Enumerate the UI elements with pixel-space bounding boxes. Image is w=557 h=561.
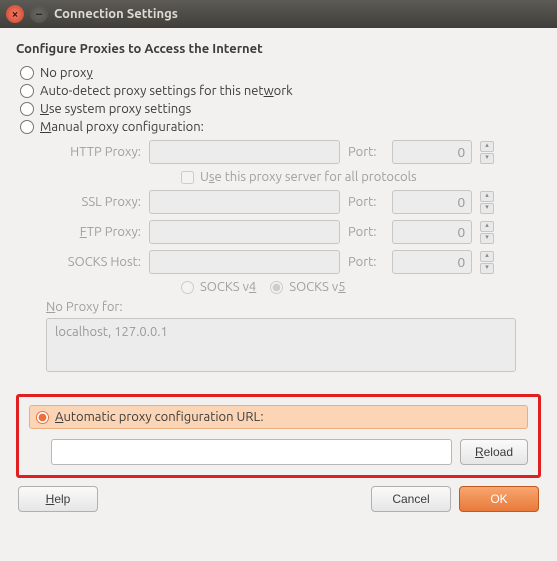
ssl-port-label: Port: [348, 195, 384, 209]
radio-system-proxy-input[interactable] [20, 102, 34, 116]
radio-no-proxy[interactable]: No proxy [20, 66, 541, 80]
radio-auto-config-url[interactable]: Automatic proxy configuration URL: [29, 405, 528, 429]
chevron-up-icon[interactable]: ▴ [480, 221, 494, 232]
chevron-up-icon[interactable]: ▴ [480, 191, 494, 202]
ok-button[interactable]: OK [459, 486, 539, 512]
chevron-up-icon[interactable]: ▴ [480, 141, 494, 152]
manual-proxy-grid: HTTP Proxy: Port: ▴▾ Use this proxy serv… [46, 140, 541, 294]
minimize-icon[interactable]: – [30, 5, 48, 23]
socks-port-label: Port: [348, 255, 384, 269]
http-port-input[interactable] [392, 140, 472, 164]
ssl-port-input[interactable] [392, 190, 472, 214]
auto-config-url-input[interactable] [51, 439, 452, 465]
help-button[interactable]: Help [18, 486, 98, 512]
radio-socks-v4[interactable] [181, 281, 194, 294]
ssl-port-spinner[interactable]: ▴▾ [480, 191, 494, 214]
ftp-port-label: Port: [348, 225, 384, 239]
socks-host-label: SOCKS Host: [46, 255, 141, 269]
use-for-all-row[interactable]: Use this proxy server for all protocols [181, 170, 541, 184]
http-proxy-input[interactable] [149, 140, 340, 164]
window-title: Connection Settings [54, 7, 178, 21]
ftp-port-spinner[interactable]: ▴▾ [480, 221, 494, 244]
http-port-label: Port: [348, 145, 384, 159]
no-proxy-for-input[interactable]: localhost, 127.0.0.1 [46, 318, 516, 372]
radio-auto-detect[interactable]: Auto-detect proxy settings for this netw… [20, 84, 541, 98]
chevron-down-icon[interactable]: ▾ [480, 233, 494, 244]
chevron-down-icon[interactable]: ▾ [480, 203, 494, 214]
socks-port-input[interactable] [392, 250, 472, 274]
radio-manual-proxy[interactable]: Manual proxy configuration: [20, 120, 541, 134]
auto-config-highlight: Automatic proxy configuration URL: Reloa… [16, 394, 541, 478]
cancel-button[interactable]: Cancel [371, 486, 451, 512]
http-port-spinner[interactable]: ▴▾ [480, 141, 494, 164]
ftp-proxy-input[interactable] [149, 220, 340, 244]
chevron-down-icon[interactable]: ▾ [480, 153, 494, 164]
ftp-proxy-label: FTP Proxy: [46, 225, 141, 239]
radio-auto-config-url-input[interactable] [36, 411, 49, 424]
radio-auto-detect-input[interactable] [20, 84, 34, 98]
titlebar: × – Connection Settings [0, 0, 557, 28]
reload-button[interactable]: Reload [460, 439, 528, 465]
use-for-all-checkbox[interactable] [181, 171, 194, 184]
chevron-down-icon[interactable]: ▾ [480, 263, 494, 274]
dialog-footer: Help Cancel OK [16, 486, 541, 512]
radio-system-proxy[interactable]: Use system proxy settings [20, 102, 541, 116]
page-heading: Configure Proxies to Access the Internet [16, 42, 541, 56]
radio-manual-proxy-input[interactable] [20, 120, 34, 134]
ftp-port-input[interactable] [392, 220, 472, 244]
ssl-proxy-label: SSL Proxy: [46, 195, 141, 209]
no-proxy-for-label: No Proxy for: [46, 300, 541, 314]
close-icon[interactable]: × [6, 5, 24, 23]
radio-socks-v5[interactable] [270, 281, 283, 294]
ssl-proxy-input[interactable] [149, 190, 340, 214]
radio-no-proxy-input[interactable] [20, 66, 34, 80]
socks-host-input[interactable] [149, 250, 340, 274]
window-body: Configure Proxies to Access the Internet… [0, 28, 557, 522]
http-proxy-label: HTTP Proxy: [46, 145, 141, 159]
socks-version-row: SOCKS v4 SOCKS v5 [181, 280, 541, 294]
socks-port-spinner[interactable]: ▴▾ [480, 251, 494, 274]
chevron-up-icon[interactable]: ▴ [480, 251, 494, 262]
